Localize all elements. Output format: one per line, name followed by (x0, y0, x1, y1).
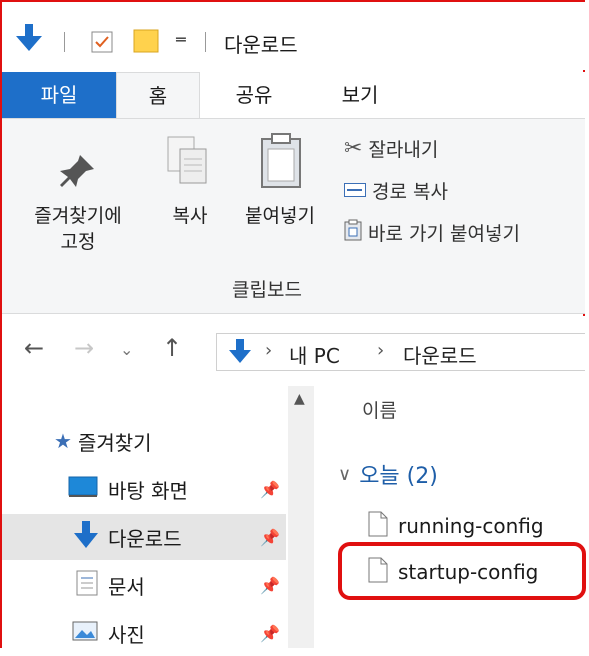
nav-scrollbar[interactable] (288, 386, 314, 648)
nav-item-documents[interactable]: 문서 📌 (2, 562, 286, 608)
group-header-today[interactable]: ∨ 오늘 (2) (338, 458, 438, 490)
copy-path-label: 경로 복사 (372, 181, 448, 203)
nav-item-label: 다운로드 (108, 526, 182, 551)
copy-icon (166, 135, 208, 191)
nav-item-downloads[interactable]: 다운로드 📌 (2, 514, 286, 560)
column-header-name[interactable]: 이름 (362, 396, 397, 423)
title-bar: ═ 다운로드 (2, 2, 585, 70)
tab-view[interactable]: 보기 (320, 72, 400, 118)
up-arrow-icon[interactable]: ↑ (162, 334, 182, 362)
copy-label: 복사 (172, 205, 208, 227)
tab-file[interactable]: 파일 (2, 72, 116, 118)
highlight-box (338, 542, 586, 600)
breadcrumb-this-pc[interactable]: 내 PC (289, 340, 340, 369)
address-bar[interactable]: › 내 PC › 다운로드 (216, 333, 585, 371)
download-icon (74, 520, 98, 554)
pin-icon[interactable]: 📌 (260, 576, 280, 595)
pin-icon[interactable]: 📌 (260, 624, 280, 643)
pin-to-quick-access-button[interactable]: 즐겨찾기에 고정 (2, 119, 154, 269)
copy-button[interactable]: 복사 (156, 119, 218, 269)
copy-path-icon (344, 180, 366, 202)
pin-icon (60, 153, 96, 193)
back-arrow-icon[interactable]: ← (24, 334, 44, 362)
file-icon (368, 511, 388, 542)
breadcrumb-separator-icon: › (377, 340, 385, 361)
address-bar-row: ← → ⌄ ↑ › 내 PC › 다운로드 (2, 316, 585, 386)
scroll-up-icon[interactable]: ▲ (294, 391, 305, 407)
file-item-running-config[interactable]: running-config (368, 506, 544, 546)
nav-item-pictures[interactable]: 사진 📌 (2, 610, 286, 656)
document-icon (76, 570, 98, 601)
desktop-icon (68, 476, 98, 503)
chevron-down-icon: ∨ (338, 463, 352, 485)
paste-label: 붙여넣기 (245, 205, 315, 227)
download-location-icon (229, 339, 251, 369)
paste-shortcut-icon (344, 219, 362, 246)
nav-favorites[interactable]: ★ 즐겨찾기 (2, 418, 286, 464)
file-name: running-config (398, 514, 544, 538)
tab-share[interactable]: 공유 (214, 72, 294, 118)
group-label: 오늘 (2) (359, 464, 438, 489)
picture-icon (72, 621, 98, 646)
properties-icon[interactable] (90, 30, 114, 58)
pin-icon[interactable]: 📌 (260, 528, 280, 547)
paste-shortcut-button[interactable]: 바로 가기 붙여넣기 (344, 219, 520, 246)
nav-favorites-label: 즐겨찾기 (77, 430, 152, 455)
paste-shortcut-label: 바로 가기 붙여넣기 (368, 223, 520, 245)
paste-button[interactable]: 붙여넣기 (224, 119, 336, 269)
download-arrow-icon[interactable] (16, 24, 42, 56)
nav-item-label: 문서 (108, 574, 145, 599)
cut-label: 잘라내기 (368, 139, 439, 161)
scissors-icon: ✂ (344, 136, 363, 161)
cut-button[interactable]: ✂ 잘라내기 (344, 135, 438, 162)
pin-label: 즐겨찾기에 고정 (34, 205, 122, 253)
paste-icon (260, 133, 302, 193)
nav-item-label: 사진 (108, 622, 145, 647)
breadcrumb-downloads[interactable]: 다운로드 (403, 340, 477, 369)
nav-item-label: 바탕 화면 (108, 478, 188, 503)
customize-toolbar-icon[interactable]: ═ (176, 30, 186, 49)
nav-item-desktop[interactable]: 바탕 화면 📌 (2, 466, 286, 512)
ribbon-home: 즐겨찾기에 고정 복사 붙여넣기 ✂ 잘라내기 경로 복사 바로 가기 붙여넣기… (2, 118, 585, 314)
window-title: 다운로드 (224, 33, 298, 57)
new-folder-icon[interactable] (132, 28, 160, 58)
forward-arrow-icon[interactable]: → (74, 334, 94, 362)
star-icon: ★ (54, 429, 72, 453)
recent-dropdown-icon[interactable]: ⌄ (120, 340, 133, 359)
tab-home[interactable]: 홈 (116, 72, 200, 118)
clipboard-group-label: 클립보드 (232, 279, 302, 301)
copy-path-button[interactable]: 경로 복사 (344, 177, 448, 204)
ribbon-tabs: 파일 홈 공유 보기 (2, 72, 585, 118)
breadcrumb-separator-icon: › (265, 340, 273, 361)
pin-icon[interactable]: 📌 (260, 480, 280, 499)
